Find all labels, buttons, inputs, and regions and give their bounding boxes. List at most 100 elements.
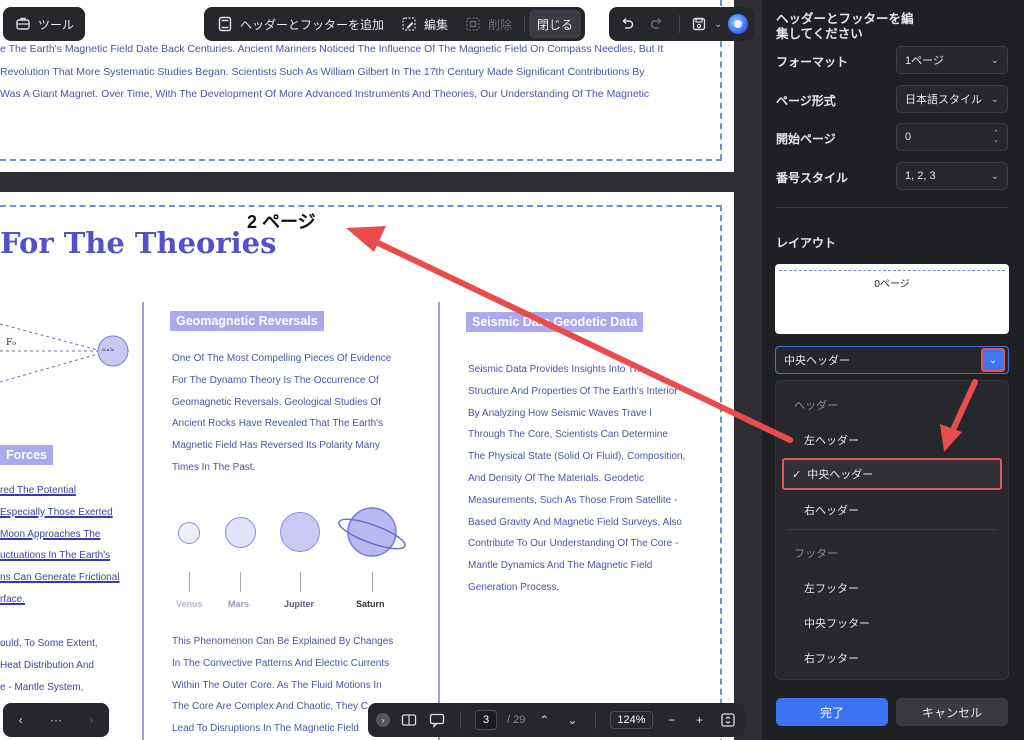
edit-button[interactable]: 編集 (392, 10, 456, 38)
delete-icon (464, 15, 482, 33)
chevron-up-icon[interactable]: ⌃ (535, 711, 553, 729)
text-block-middle: One Of The Most Compelling Pieces Of Evi… (172, 348, 391, 479)
menu-item-center-header[interactable]: ✓ 中央ヘッダー (782, 458, 1002, 490)
planet-marker (372, 572, 373, 592)
redo-icon[interactable] (645, 15, 669, 33)
menu-item-left-header[interactable]: 左ヘッダー (804, 432, 859, 448)
column-divider (438, 302, 440, 740)
zoom-in-icon[interactable]: + (691, 711, 709, 729)
format-label: フォーマット (776, 55, 849, 69)
header-footer-panel: ヘッダーとフッターを編集してください フォーマット 1ページ ⌄ ページ形式 日本… (762, 0, 1024, 740)
text-line: Seismic Data Provides Insights Into The (468, 364, 646, 375)
header-footer-icon (216, 15, 234, 33)
add-header-footer-button[interactable]: ヘッダーとフッターを追加 (208, 10, 392, 38)
text-line: Times In The Past. (172, 461, 256, 473)
planet-marker (240, 572, 241, 592)
page-number-input[interactable]: 3 (475, 710, 497, 730)
header-margin-guide (0, 205, 722, 207)
ai-assistant-icon[interactable] (728, 14, 749, 34)
collapse-icon[interactable]: › (376, 713, 390, 727)
text-line: By Analyzing How Seismic Waves Trave l (468, 407, 652, 419)
delete-button[interactable]: 削除 (456, 10, 520, 38)
panel-title: ヘッダーとフッターを編集してください (776, 12, 914, 41)
text-line: Heat Distribution And (0, 659, 94, 671)
page-format-value: 日本語スタイル (905, 94, 982, 106)
start-page-stepper[interactable]: 0 ⌃ ⌄ (896, 123, 1008, 151)
page-format-label: ページ形式 (776, 94, 836, 108)
history-toolbar: ⌄ (609, 7, 755, 41)
menu-item-center-footer[interactable]: 中央フッター (804, 615, 870, 631)
text-line: uctuations In The Earth's (0, 550, 111, 562)
text-line: This Phenomenon Can Be Explained By Chan… (172, 636, 394, 647)
format-select[interactable]: 1ページ ⌄ (896, 46, 1008, 74)
delete-label: 削除 (488, 17, 513, 32)
chevron-down-icon: ⌄ (990, 93, 999, 105)
diagram-node: ≈∘≈ (102, 347, 115, 354)
document-page: 2 ページ For The Theories F₀ ≈∘≈ Forces red… (0, 192, 734, 740)
menu-item-right-header[interactable]: 右ヘッダー (804, 502, 859, 518)
page-layout-icon[interactable] (400, 711, 418, 729)
text-block-left-2: ould, To Some Extent, Heat Distribution … (0, 633, 98, 698)
text-line: In The Convective Patterns And Electric … (172, 657, 390, 669)
text-line: Moon Approaches The (0, 528, 101, 540)
text-line: rface. (0, 593, 26, 605)
chevron-down-icon[interactable]: ⌄ (563, 711, 581, 729)
toolbox-icon (14, 15, 32, 33)
planet-label: Saturn (356, 599, 385, 609)
stepper-icon[interactable]: ⌃ ⌄ (993, 130, 999, 144)
chevron-down-icon: ⌄ (988, 354, 998, 366)
fit-page-icon[interactable] (719, 711, 737, 729)
text-line: The Physical State (Solid Or Fluid), Com… (468, 451, 686, 463)
toolbar-divider (595, 711, 597, 729)
section-title: For The Theories (0, 226, 277, 260)
menu-item-left-footer[interactable]: 左フッター (804, 580, 859, 596)
menu-item-right-footer[interactable]: 右フッター (804, 650, 859, 666)
layout-label: レイアウト (776, 236, 837, 250)
undo-icon[interactable] (615, 15, 639, 33)
comment-icon[interactable] (428, 711, 446, 729)
page-nav-toolbar: ‹ ··· › (3, 703, 109, 737)
section-tag: Seismic Data Geodetic Data (466, 312, 644, 332)
planet-label: Venus (176, 599, 203, 609)
text-line: Generation Process. (468, 581, 560, 593)
chevron-right-icon[interactable]: › (82, 711, 100, 729)
text-block-right: Seismic Data Provides Insights Into The … (468, 359, 685, 599)
position-select[interactable]: 中央ヘッダー (775, 346, 1009, 374)
chevron-left-icon[interactable]: ‹ (12, 711, 30, 729)
diagram-label: F₀ (6, 338, 16, 348)
edit-icon (400, 15, 418, 33)
zoom-level[interactable]: 124% (610, 711, 653, 729)
more-icon[interactable]: ··· (47, 711, 65, 729)
text-line: Through The Core, Scientists Can Determi… (468, 429, 668, 441)
number-style-select[interactable]: 1, 2, 3 ⌄ (896, 162, 1008, 190)
page-format-select[interactable]: 日本語スタイル ⌄ (896, 85, 1008, 113)
text-line: For The Dynamo Theory Is The Occurrence … (172, 374, 379, 386)
zoom-out-icon[interactable]: − (663, 711, 681, 729)
position-dropdown-button[interactable]: ⌄ (981, 348, 1005, 372)
tools-button[interactable]: ツール (6, 10, 82, 38)
save-icon[interactable] (690, 15, 708, 33)
preview-header-guide (779, 270, 1005, 271)
section-tag: Forces (0, 445, 53, 465)
column-divider (142, 302, 144, 740)
planet-label: Mars (228, 599, 250, 609)
check-icon: ✓ (792, 468, 802, 481)
tools-toolbar: ツール (3, 7, 86, 41)
menu-item-label: 中央ヘッダー (807, 469, 874, 481)
text-line: Ancient Rocks Have Revealed That The Ear… (172, 418, 384, 430)
close-button[interactable]: 閉じる (529, 10, 582, 38)
layout-preview: 0ページ (775, 264, 1009, 334)
planet-mars (225, 517, 256, 548)
section-tag: Geomagnetic Reversals (170, 311, 324, 331)
chevron-down-icon[interactable]: ⌄ (714, 19, 722, 30)
text-line: Contribute To Our Understanding Of The C… (468, 538, 679, 550)
text-line: red The Potential (0, 485, 76, 496)
text-line: Magnetic Field Has Reversed Its Polarity… (172, 440, 380, 452)
planet-jupiter (280, 512, 320, 552)
text-line: e The Earth's Magnetic Field Date Back C… (0, 43, 664, 55)
cancel-button[interactable]: キャンセル (896, 698, 1008, 726)
toolbar-divider (679, 15, 680, 33)
planet-marker (300, 572, 301, 592)
done-button[interactable]: 完了 (776, 698, 888, 726)
planet-label: Jupiter (284, 599, 315, 609)
